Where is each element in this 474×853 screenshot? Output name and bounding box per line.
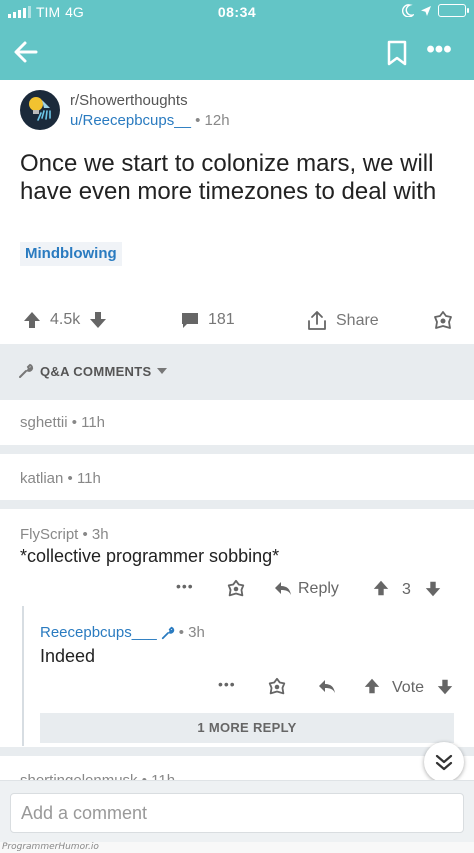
location-arrow-icon <box>421 5 431 16</box>
award-icon[interactable] <box>226 579 246 599</box>
award-icon[interactable] <box>267 677 287 697</box>
comment-collapsed[interactable]: sghettii • 11h <box>0 400 474 445</box>
share-icon <box>308 311 326 330</box>
comment-body: *collective programmer sobbing* <box>20 546 280 566</box>
comment-actions: ••• Reply 3 <box>176 578 456 602</box>
reply-body: Indeed <box>40 646 96 666</box>
reply-arrow-icon[interactable] <box>318 679 336 695</box>
status-bar: TIM 4G 08:34 <box>0 4 474 22</box>
post-author[interactable]: u/Reecepbcups__ <box>70 112 191 129</box>
reply-age: • 3h <box>178 624 205 641</box>
load-more-replies-button[interactable]: 1 MORE REPLY <box>40 713 454 743</box>
comment-collapsed[interactable]: shortingelonmusk • 11h <box>0 756 474 780</box>
back-arrow-icon[interactable] <box>12 38 40 66</box>
post-header: r/Showerthoughts u/Reecepbcups__ • 12h <box>20 90 460 134</box>
comment-meta: FlyScript • 3h <box>20 526 109 543</box>
more-options-icon[interactable]: ••• <box>426 38 452 66</box>
post-flair[interactable]: Mindblowing <box>20 242 122 266</box>
double-chevron-down-icon <box>435 754 453 771</box>
app-header: TIM 4G 08:34 ••• <box>0 0 474 80</box>
downvote-icon[interactable] <box>436 678 454 696</box>
reply-actions: ••• Vote <box>218 676 458 700</box>
vote-group: 4.5k <box>22 310 108 330</box>
comment-separator <box>0 445 474 454</box>
reply-label: Reply <box>298 580 339 597</box>
post-actions: 4.5k 181 Share <box>0 300 474 340</box>
share-button[interactable]: Share <box>306 310 379 332</box>
shower-icon <box>29 97 51 121</box>
comments-count-button[interactable]: 181 <box>180 310 235 330</box>
nav-bar: ••• <box>0 30 474 74</box>
comment-bubble-icon <box>182 313 198 328</box>
post-score: 4.5k <box>50 311 81 328</box>
next-comment-button[interactable] <box>424 742 464 782</box>
comment-score: 3 <box>402 581 411 598</box>
comment-separator <box>0 747 474 756</box>
subreddit-name[interactable]: r/Showerthoughts <box>70 92 188 109</box>
op-wrench-icon <box>161 626 174 639</box>
reply-meta: Reecepbcups___ • 3h <box>40 624 205 641</box>
caret-down-icon <box>157 368 168 374</box>
wrench-icon <box>19 363 34 378</box>
post-meta: u/Reecepbcups__ • 12h <box>70 112 230 129</box>
comment-collapsed[interactable]: katlian • 11h <box>0 454 474 500</box>
post-title: Once we start to colonize mars, we will … <box>20 150 437 205</box>
downvote-icon[interactable] <box>88 310 108 330</box>
comment-more-icon[interactable]: ••• <box>176 578 194 594</box>
reply-arrow-icon <box>275 582 291 595</box>
comment-separator <box>0 500 474 509</box>
comment-meta: sghettii • 11h <box>20 414 106 431</box>
reply-button[interactable]: Reply <box>274 580 339 598</box>
upvote-icon[interactable] <box>22 310 42 330</box>
comment-sort-bar[interactable]: Q&A COMMENTS <box>0 344 474 400</box>
battery-icon <box>438 4 469 17</box>
vote-label: Vote <box>392 679 425 696</box>
reply-author[interactable]: Reecepbcups___ <box>40 624 157 641</box>
upvote-icon[interactable] <box>372 579 390 597</box>
moon-icon <box>402 4 414 17</box>
comment-composer-bar <box>0 780 474 842</box>
post-age: • 12h <box>195 112 230 129</box>
comments-count: 181 <box>208 311 235 328</box>
thread-indent-line <box>22 606 24 746</box>
award-button[interactable] <box>432 310 454 332</box>
share-label: Share <box>336 312 379 329</box>
upvote-icon[interactable] <box>363 677 381 695</box>
comment-meta: katlian • 11h <box>20 470 101 487</box>
award-icon <box>434 311 452 329</box>
subreddit-avatar[interactable] <box>20 90 60 130</box>
add-comment-input[interactable] <box>10 793 464 833</box>
bookmark-icon[interactable] <box>386 40 408 66</box>
watermark-text: ProgrammerHumor.io <box>2 842 99 852</box>
comment-more-icon[interactable]: ••• <box>218 676 236 692</box>
watermark: ProgrammerHumor.io <box>0 842 474 853</box>
comment-meta: shortingelonmusk • 11h <box>20 772 175 780</box>
downvote-icon[interactable] <box>424 580 442 598</box>
comment-sort-label: Q&A COMMENTS <box>40 363 152 379</box>
